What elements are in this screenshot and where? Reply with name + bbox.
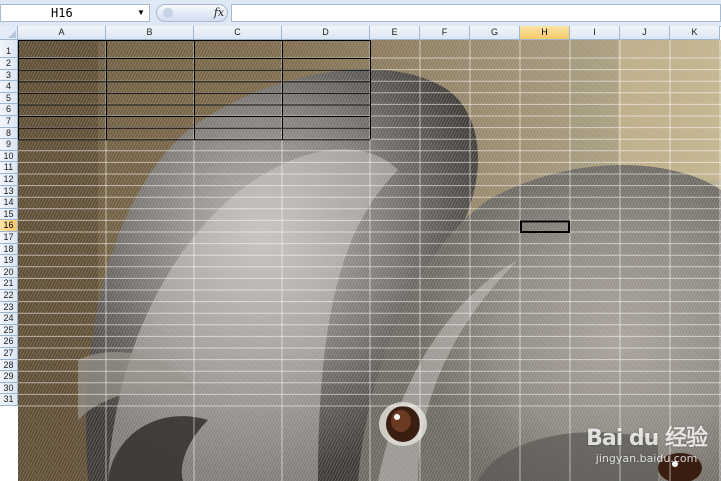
row-header-10[interactable]: 10 xyxy=(0,150,18,163)
formula-bar: H16 ▼ fx xyxy=(0,0,721,27)
row-header-7[interactable]: 7 xyxy=(0,116,18,128)
row-header-4[interactable]: 4 xyxy=(0,81,18,93)
row-header-16[interactable]: 16 xyxy=(0,220,18,232)
formula-input[interactable] xyxy=(231,4,721,22)
worksheet-grid[interactable]: Bai du 经验 jingyan.baidu.com xyxy=(18,40,721,481)
baidu-watermark: Bai du 经验 jingyan.baidu.com xyxy=(586,420,708,465)
row-header-28[interactable]: 28 xyxy=(0,359,18,372)
row-header-20[interactable]: 20 xyxy=(0,266,18,279)
row-header-27[interactable]: 27 xyxy=(0,348,18,360)
row-header-6[interactable]: 6 xyxy=(0,104,18,116)
row-header-8[interactable]: 8 xyxy=(0,127,18,140)
column-header-f[interactable]: F xyxy=(420,26,470,40)
row-header-9[interactable]: 9 xyxy=(0,139,18,151)
row-header-17[interactable]: 17 xyxy=(0,232,18,244)
worksheet-svg xyxy=(18,40,721,481)
row-header-13[interactable]: 13 xyxy=(0,185,18,198)
row-header-2[interactable]: 2 xyxy=(0,58,18,70)
column-header-e[interactable]: E xyxy=(370,26,420,40)
select-all-button[interactable] xyxy=(0,26,18,40)
row-header-19[interactable]: 19 xyxy=(0,255,18,267)
row-header-22[interactable]: 22 xyxy=(0,290,18,302)
row-header-18[interactable]: 18 xyxy=(0,243,18,256)
watermark-logo: Bai du 经验 xyxy=(586,426,708,451)
row-header-12[interactable]: 12 xyxy=(0,174,18,186)
watermark-url: jingyan.baidu.com xyxy=(595,452,698,465)
column-header-c[interactable]: C xyxy=(194,26,282,40)
row-header-31[interactable]: 31 xyxy=(0,394,18,406)
row-header-30[interactable]: 30 xyxy=(0,382,18,395)
name-box-dropdown-icon[interactable]: ▼ xyxy=(135,5,147,21)
column-header-g[interactable]: G xyxy=(470,26,520,40)
column-header-k[interactable]: K xyxy=(670,26,720,40)
name-box[interactable]: H16 ▼ xyxy=(0,4,150,22)
row-header-25[interactable]: 25 xyxy=(0,324,18,337)
row-header-15[interactable]: 15 xyxy=(0,208,18,221)
name-box-value: H16 xyxy=(51,6,73,20)
column-header-j[interactable]: J xyxy=(620,26,670,40)
row-header-24[interactable]: 24 xyxy=(0,313,18,325)
row-header-5[interactable]: 5 xyxy=(0,92,18,105)
row-header-11[interactable]: 11 xyxy=(0,162,18,174)
column-header-h[interactable]: H xyxy=(520,26,570,40)
row-header-3[interactable]: 3 xyxy=(0,69,18,82)
splitter-handle-icon[interactable] xyxy=(163,8,173,18)
column-header-d[interactable]: D xyxy=(282,26,370,40)
column-header-i[interactable]: I xyxy=(570,26,620,40)
row-header-21[interactable]: 21 xyxy=(0,278,18,290)
row-header-26[interactable]: 26 xyxy=(0,336,18,348)
column-header-a[interactable]: A xyxy=(18,26,106,40)
row-header-1[interactable]: 1 xyxy=(0,40,18,58)
row-header-23[interactable]: 23 xyxy=(0,301,18,314)
row-header-14[interactable]: 14 xyxy=(0,197,18,209)
column-header-b[interactable]: B xyxy=(106,26,194,40)
row-header-29[interactable]: 29 xyxy=(0,371,18,383)
insert-function-button[interactable]: fx xyxy=(209,4,229,22)
